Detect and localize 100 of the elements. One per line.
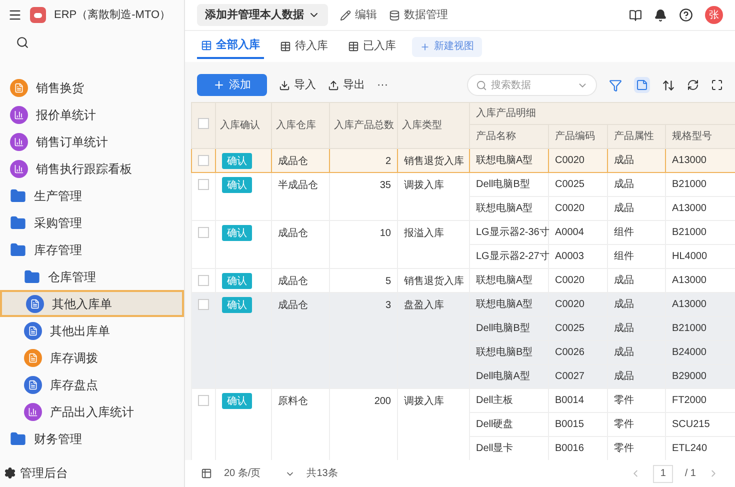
- table-cell: 销售退货入库: [404, 276, 464, 287]
- sidebar-item[interactable]: 其他出库单: [0, 317, 184, 344]
- sidebar-item[interactable]: 仓库管理: [0, 263, 184, 290]
- table-cell: 成品: [614, 347, 634, 358]
- export-button[interactable]: 导出: [328, 76, 365, 94]
- sidebar-item[interactable]: 产品出入库统计: [0, 398, 184, 425]
- sidebar-item[interactable]: 生产管理: [0, 182, 184, 209]
- help-icon[interactable]: [679, 8, 693, 22]
- table-cell: 成品: [614, 299, 634, 310]
- row-checkbox[interactable]: [198, 275, 209, 286]
- table-cell: A0003: [555, 251, 584, 262]
- view-dropdown[interactable]: 添加并管理本人数据: [197, 4, 328, 26]
- search-input[interactable]: 搜索数据: [491, 78, 573, 92]
- table-cell: C0020: [555, 275, 584, 286]
- data-manage-button[interactable]: 数据管理: [389, 6, 448, 24]
- table-cell: Dell主板: [476, 395, 514, 406]
- pencil-icon: [340, 10, 351, 20]
- admin-link[interactable]: 管理后台: [0, 459, 184, 487]
- table-cell: Dell电脑B型: [476, 179, 530, 190]
- table-cell: 200: [374, 396, 391, 407]
- table-cell: SCU215: [672, 419, 710, 430]
- sidebar-item[interactable]: 销售换货: [0, 74, 184, 101]
- more-button[interactable]: ···: [377, 76, 388, 94]
- table-cell: 联想电脑A型: [476, 155, 533, 166]
- table-cell: 5: [385, 276, 391, 287]
- sidebar-item[interactable]: 库存调拨: [0, 344, 184, 371]
- view-tab[interactable]: 待入库: [276, 34, 332, 58]
- view-tab[interactable]: 全部入库: [197, 34, 264, 58]
- row-checkbox[interactable]: [198, 299, 209, 310]
- app-title: ERP（离散制造-MTO）: [54, 8, 171, 23]
- table-cell: 成品: [614, 155, 634, 166]
- view-tab[interactable]: 已入库: [344, 34, 400, 58]
- sidebar-item[interactable]: 报价单统计: [0, 101, 184, 128]
- table-cell: 成品: [614, 323, 634, 334]
- table-cell: 调拨入库: [404, 396, 444, 407]
- table-cell: 报溢入库: [404, 228, 444, 239]
- fullscreen-icon[interactable]: [711, 79, 723, 91]
- page-count: / 1: [684, 467, 696, 481]
- table-cell: B21000: [672, 179, 706, 190]
- table-cell: 调拨入库: [404, 180, 444, 191]
- table-cell: 35: [380, 180, 391, 191]
- table-settings-icon[interactable]: [201, 468, 212, 479]
- row-checkbox[interactable]: [198, 155, 209, 166]
- row-checkbox[interactable]: [198, 227, 209, 238]
- table-cell: 成品仓: [278, 276, 308, 287]
- table-cell: 组件: [614, 227, 634, 238]
- table-cell: C0027: [555, 371, 584, 382]
- table-cell: C0020: [555, 203, 584, 214]
- table-cell: C0020: [555, 155, 584, 166]
- sidebar-item[interactable]: 销售订单统计: [0, 128, 184, 155]
- bell-icon[interactable]: [654, 8, 667, 22]
- book-icon[interactable]: [629, 8, 642, 22]
- table-cell: 联想电脑A型: [476, 299, 533, 310]
- table-cell: 半成品仓: [278, 180, 318, 191]
- add-button[interactable]: 添加: [197, 74, 267, 96]
- search-field[interactable]: 搜索数据: [467, 74, 597, 96]
- sidebar-item[interactable]: 销售执行跟踪看板: [0, 155, 184, 182]
- table-cell: B24000: [672, 347, 706, 358]
- table-cell: 成品仓: [278, 156, 308, 167]
- table-cell: FT2000: [672, 395, 706, 406]
- edit-button[interactable]: 编辑: [340, 6, 377, 24]
- page-size-select[interactable]: 20 条/页: [224, 466, 295, 481]
- table-cell: 盘盈入库: [404, 300, 444, 311]
- table-cell: LG显示器2-36寸: [476, 227, 550, 238]
- table-cell: B21000: [672, 227, 706, 238]
- table-icon: [201, 40, 212, 51]
- sidebar-item[interactable]: 库存盘点: [0, 371, 184, 398]
- sidebar-item[interactable]: 采购管理: [0, 209, 184, 236]
- download-icon: [279, 80, 290, 90]
- row-checkbox[interactable]: [198, 179, 209, 190]
- sidebar-item[interactable]: 财务管理: [0, 425, 184, 452]
- menu-icon[interactable]: [8, 8, 22, 22]
- import-button[interactable]: 导入: [279, 76, 316, 94]
- table-cell: 联想电脑B型: [476, 347, 533, 358]
- table-cell: 成品仓: [278, 300, 308, 311]
- row-checkbox[interactable]: [198, 395, 209, 406]
- filter-icon[interactable]: [609, 78, 622, 92]
- table-cell: Dell显卡: [476, 443, 514, 454]
- search-icon: [16, 36, 29, 48]
- sidebar-item[interactable]: 库存管理: [0, 236, 184, 263]
- refresh-icon[interactable]: [687, 79, 699, 91]
- table-cell: B0016: [555, 443, 584, 454]
- table-cell: 零件: [614, 419, 634, 430]
- table-cell: B29000: [672, 371, 706, 382]
- table-cell: 零件: [614, 395, 634, 406]
- note-icon[interactable]: [634, 77, 650, 93]
- upload-icon: [328, 80, 339, 90]
- table-cell: C0026: [555, 347, 584, 358]
- table-cell: LG显示器2-27寸: [476, 251, 550, 262]
- table-cell: HL4000: [672, 251, 708, 262]
- table-cell: C0020: [555, 299, 584, 310]
- page-input[interactable]: 1: [653, 464, 673, 482]
- table-cell: 2: [385, 156, 391, 167]
- table-cell: 组件: [614, 251, 634, 262]
- table-cell: 成品: [614, 371, 634, 382]
- sidebar-item[interactable]: 其他入库单: [0, 290, 184, 317]
- sort-icon[interactable]: [662, 78, 675, 92]
- select-all-checkbox[interactable]: [198, 118, 209, 128]
- column-group-header: 入库产品明细: [470, 102, 735, 124]
- table-cell: 零件: [614, 443, 634, 454]
